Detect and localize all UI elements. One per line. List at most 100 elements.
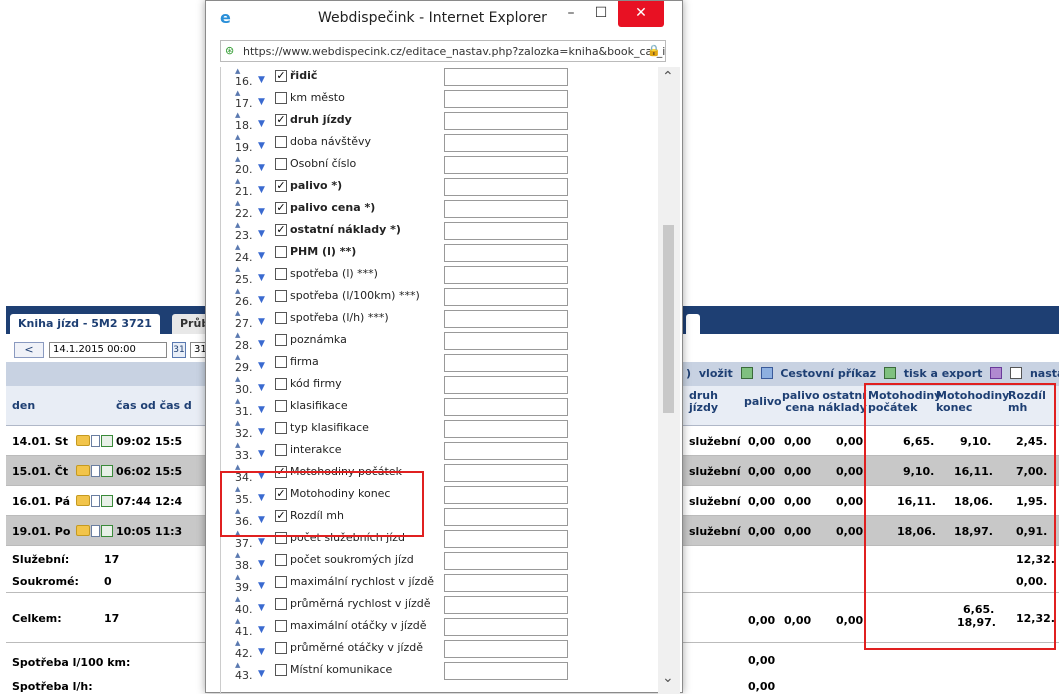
item-checkbox[interactable] xyxy=(275,444,287,456)
move-down-icon[interactable]: ▼ xyxy=(258,229,265,239)
col-druh[interactable]: druh jízdy xyxy=(689,390,729,414)
search-doc-icon[interactable] xyxy=(101,435,113,447)
item-checkbox[interactable] xyxy=(275,92,287,104)
scroll-thumb[interactable] xyxy=(663,225,674,413)
folder-icon[interactable] xyxy=(76,465,90,476)
item-checkbox[interactable] xyxy=(275,642,287,654)
move-down-icon[interactable]: ▼ xyxy=(258,97,265,107)
tab-right-edge[interactable] xyxy=(686,314,700,334)
date-from-input[interactable]: 14.1.2015 00:00 xyxy=(49,342,167,358)
move-down-icon[interactable]: ▼ xyxy=(258,119,265,129)
item-alias-input[interactable] xyxy=(444,618,568,636)
insert-link[interactable]: vložit xyxy=(699,367,733,380)
move-down-icon[interactable]: ▼ xyxy=(258,405,265,415)
col-den[interactable]: den xyxy=(12,400,35,412)
item-checkbox[interactable] xyxy=(275,378,287,390)
move-down-icon[interactable]: ▼ xyxy=(258,273,265,283)
document-icon[interactable] xyxy=(91,495,100,507)
col-palivo-cena[interactable]: palivo cena xyxy=(782,390,820,414)
move-down-icon[interactable]: ▼ xyxy=(258,603,265,613)
item-alias-input[interactable] xyxy=(444,596,568,614)
item-checkbox[interactable]: ✓ xyxy=(275,202,287,214)
item-checkbox[interactable] xyxy=(275,620,287,632)
move-up-icon[interactable]: ▲ xyxy=(235,618,240,625)
settings-gear-icon[interactable] xyxy=(1010,367,1023,379)
move-down-icon[interactable]: ▼ xyxy=(258,295,265,305)
item-alias-input[interactable] xyxy=(444,332,568,350)
item-alias-input[interactable] xyxy=(444,508,568,526)
move-down-icon[interactable]: ▼ xyxy=(258,427,265,437)
move-up-icon[interactable]: ▲ xyxy=(235,596,240,603)
move-down-icon[interactable]: ▼ xyxy=(258,361,265,371)
item-alias-input[interactable] xyxy=(444,486,568,504)
move-down-icon[interactable]: ▼ xyxy=(258,75,265,85)
move-up-icon[interactable]: ▲ xyxy=(235,574,240,581)
item-checkbox[interactable]: ✓ xyxy=(275,70,287,82)
move-up-icon[interactable]: ▲ xyxy=(235,244,240,251)
move-up-icon[interactable]: ▲ xyxy=(235,464,240,471)
move-up-icon[interactable]: ▲ xyxy=(235,222,240,229)
move-up-icon[interactable]: ▲ xyxy=(235,332,240,339)
document-icon[interactable] xyxy=(91,435,100,447)
move-up-icon[interactable]: ▲ xyxy=(235,398,240,405)
prev-period-button[interactable]: < xyxy=(14,342,44,358)
move-up-icon[interactable]: ▲ xyxy=(235,112,240,119)
move-down-icon[interactable]: ▼ xyxy=(258,251,265,261)
calendar-icon[interactable]: 31 xyxy=(172,342,186,358)
minimize-icon[interactable]: – xyxy=(558,1,584,27)
item-alias-input[interactable] xyxy=(444,288,568,306)
search-doc-icon[interactable] xyxy=(101,525,113,537)
item-alias-input[interactable] xyxy=(444,90,568,108)
item-alias-input[interactable] xyxy=(444,222,568,240)
move-down-icon[interactable]: ▼ xyxy=(258,449,265,459)
col-cas[interactable]: čas od čas d xyxy=(116,400,206,412)
move-up-icon[interactable]: ▲ xyxy=(235,134,240,141)
item-alias-input[interactable] xyxy=(444,464,568,482)
move-up-icon[interactable]: ▲ xyxy=(235,354,240,361)
move-up-icon[interactable]: ▲ xyxy=(235,310,240,317)
move-up-icon[interactable]: ▲ xyxy=(235,640,240,647)
move-up-icon[interactable]: ▲ xyxy=(235,552,240,559)
move-down-icon[interactable]: ▼ xyxy=(258,647,265,657)
scroll-down-icon[interactable]: ⌄ xyxy=(662,670,674,686)
item-alias-input[interactable] xyxy=(444,156,568,174)
item-alias-input[interactable] xyxy=(444,640,568,658)
move-up-icon[interactable]: ▲ xyxy=(235,376,240,383)
search-doc-icon[interactable] xyxy=(101,495,113,507)
item-checkbox[interactable] xyxy=(275,576,287,588)
address-bar[interactable]: ⊛ https://www.webdispecink.cz/editace_na… xyxy=(220,40,666,62)
move-down-icon[interactable]: ▼ xyxy=(258,581,265,591)
item-alias-input[interactable] xyxy=(444,68,568,86)
tab-kniha-jizd[interactable]: Kniha jízd - 5M2 3721 xyxy=(10,314,160,334)
move-down-icon[interactable]: ▼ xyxy=(258,163,265,173)
add-row-icon[interactable] xyxy=(740,367,753,379)
print-export-link[interactable]: tisk a export xyxy=(904,367,983,380)
move-up-icon[interactable]: ▲ xyxy=(235,178,240,185)
item-checkbox[interactable]: ✓ xyxy=(275,224,287,236)
item-alias-input[interactable] xyxy=(444,398,568,416)
item-alias-input[interactable] xyxy=(444,134,568,152)
lock-icon[interactable]: 🔒 xyxy=(647,44,661,57)
move-up-icon[interactable]: ▲ xyxy=(235,90,240,97)
maximize-icon[interactable]: ☐ xyxy=(588,1,614,27)
item-alias-input[interactable] xyxy=(444,530,568,548)
item-alias-input[interactable] xyxy=(444,112,568,130)
item-alias-input[interactable] xyxy=(444,574,568,592)
folder-icon[interactable] xyxy=(76,525,90,536)
calendar-grid-icon[interactable] xyxy=(990,367,1003,379)
move-up-icon[interactable]: ▲ xyxy=(235,200,240,207)
move-up-icon[interactable]: ▲ xyxy=(235,288,240,295)
item-checkbox[interactable] xyxy=(275,356,287,368)
search-doc-icon[interactable] xyxy=(101,465,113,477)
item-checkbox[interactable] xyxy=(275,290,287,302)
item-alias-input[interactable] xyxy=(444,310,568,328)
item-alias-input[interactable] xyxy=(444,442,568,460)
col-palivo[interactable]: palivo xyxy=(744,396,782,408)
item-alias-input[interactable] xyxy=(444,420,568,438)
item-checkbox[interactable]: ✓ xyxy=(275,180,287,192)
move-up-icon[interactable]: ▲ xyxy=(235,662,240,669)
close-icon[interactable]: ✕ xyxy=(618,1,664,27)
item-checkbox[interactable]: ✓ xyxy=(275,114,287,126)
travel-order-icon[interactable] xyxy=(760,367,773,379)
move-down-icon[interactable]: ▼ xyxy=(258,207,265,217)
